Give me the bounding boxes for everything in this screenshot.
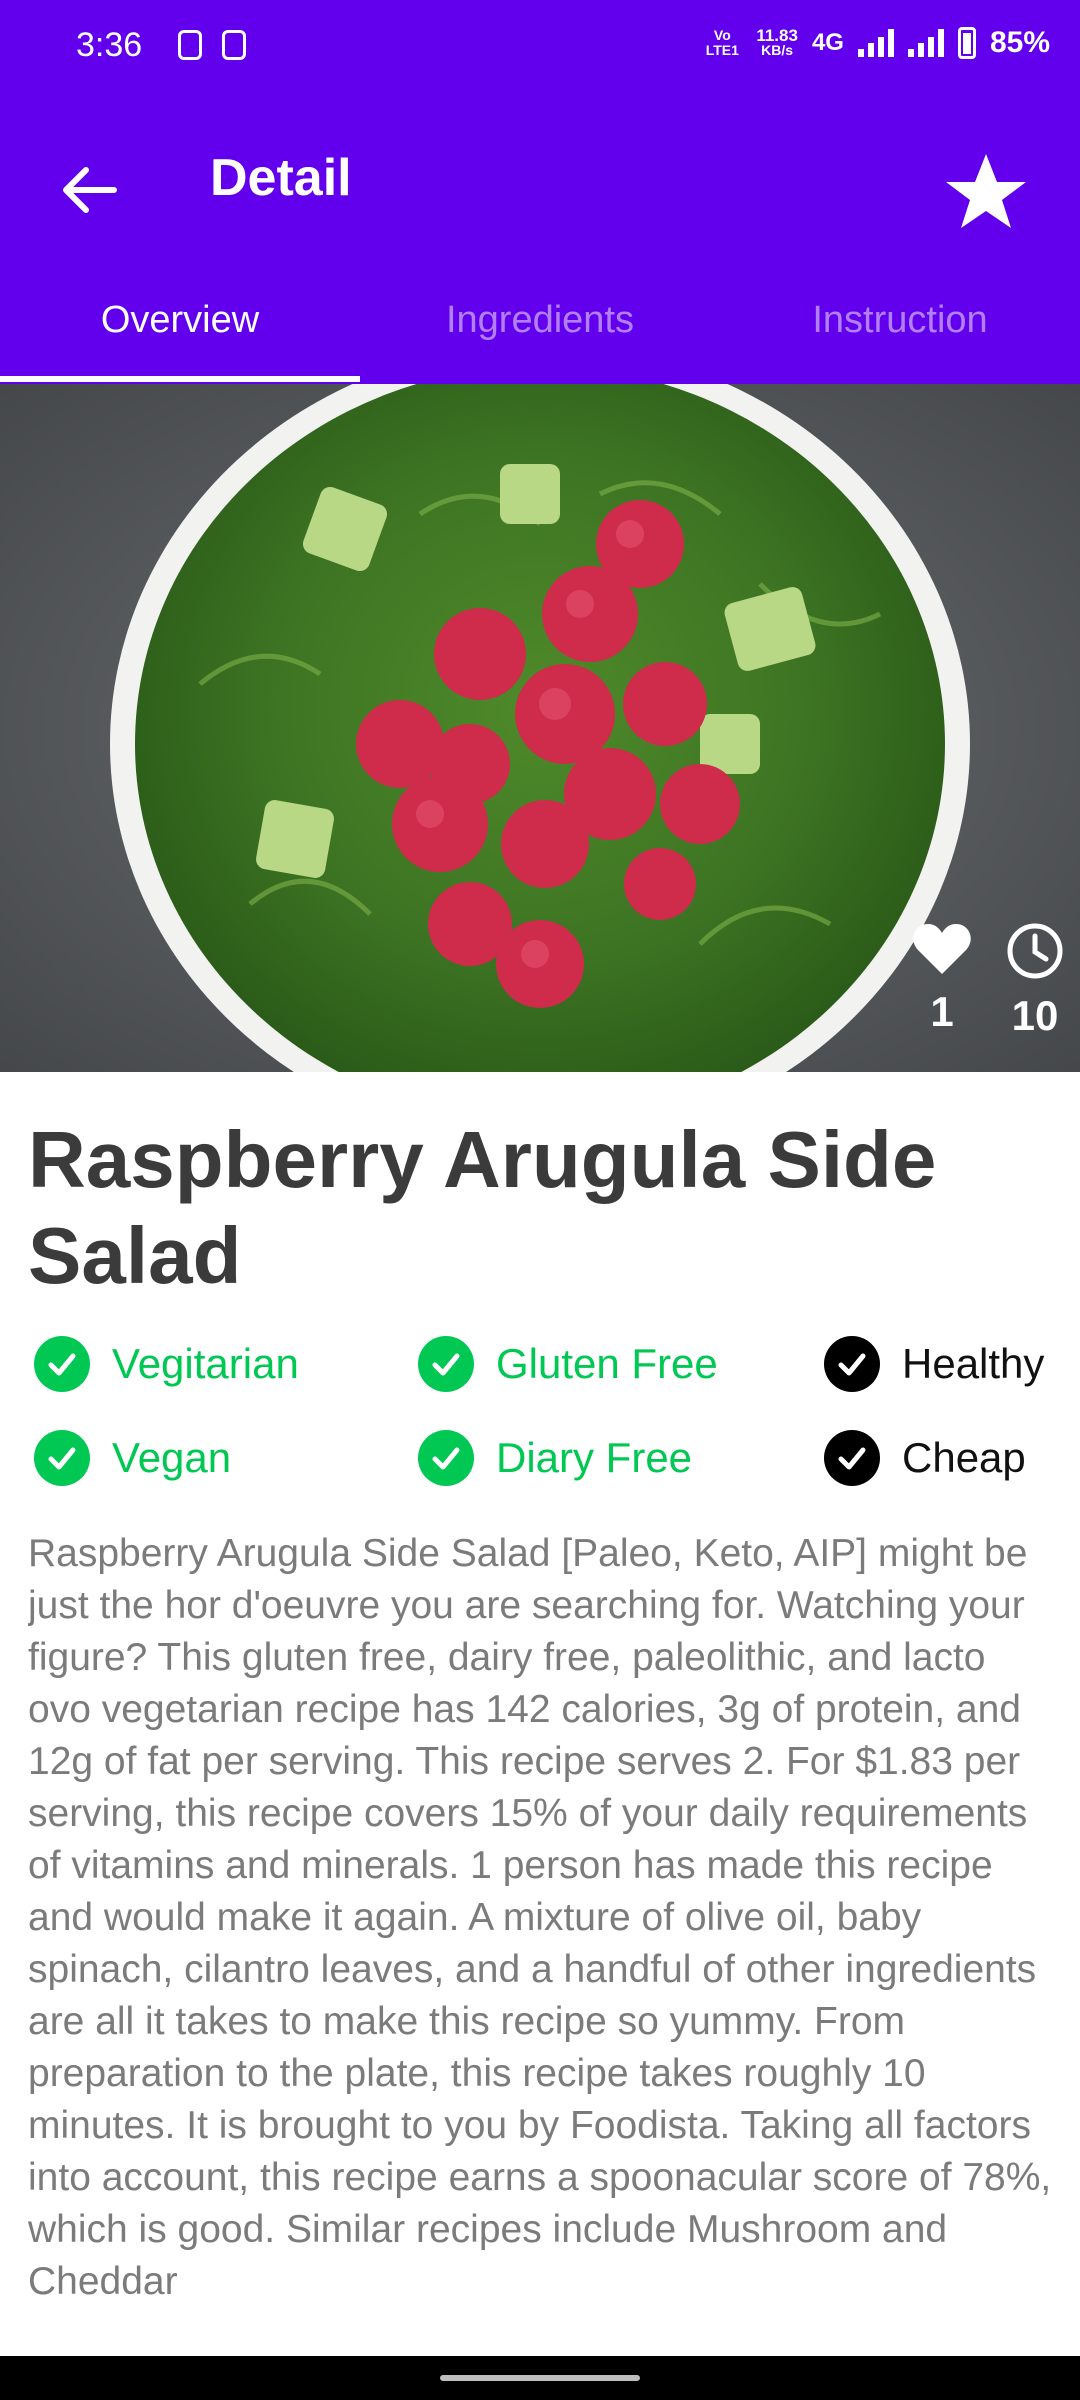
badge-healthy: Healthy bbox=[824, 1336, 1044, 1392]
app-bar: Detail bbox=[0, 100, 1080, 256]
badge-label: Diary Free bbox=[496, 1434, 693, 1481]
network-speed-unit: KB/s bbox=[761, 42, 794, 58]
recipe-image: 1 10 bbox=[0, 384, 1080, 1072]
status-right: Vo LTE1 11.83 KB/s 4G 85% bbox=[702, 26, 1050, 60]
page-title: Detail bbox=[210, 149, 352, 207]
signal-icon bbox=[907, 29, 944, 57]
clock-icon bbox=[1007, 923, 1063, 979]
minutes-count: 10 bbox=[1011, 992, 1059, 1039]
volte-indicator: Vo LTE1 bbox=[705, 27, 739, 58]
back-button[interactable] bbox=[44, 150, 134, 230]
check-circle-icon bbox=[34, 1336, 90, 1392]
check-circle-icon bbox=[418, 1336, 474, 1392]
signal-icon bbox=[857, 29, 894, 57]
favorite-button[interactable] bbox=[936, 144, 1036, 234]
sim-icon bbox=[178, 30, 202, 60]
badge-vegetarian: Vegitarian bbox=[34, 1336, 299, 1392]
badge-label: Vegan bbox=[112, 1434, 232, 1481]
check-circle-icon bbox=[418, 1430, 474, 1486]
badge-label: Vegitarian bbox=[112, 1340, 299, 1387]
tab-bar: Overview Ingredients Instruction bbox=[0, 256, 1080, 384]
star-icon bbox=[946, 154, 1026, 228]
network-type: 4G bbox=[811, 29, 844, 56]
badge-vegan: Vegan bbox=[34, 1430, 231, 1486]
sim-icon bbox=[222, 30, 246, 60]
system-nav-bar bbox=[0, 2356, 1080, 2400]
arrow-left-icon bbox=[63, 167, 117, 213]
check-circle-icon bbox=[824, 1430, 880, 1486]
heart-icon bbox=[913, 924, 971, 974]
recipe-summary[interactable]: Raspberry Arugula Side Salad [Paleo, Ket… bbox=[28, 1528, 1058, 2328]
tab-overview[interactable]: Overview bbox=[0, 256, 360, 384]
tab-instruction[interactable]: Instruction bbox=[720, 256, 1080, 384]
badge-label: Healthy bbox=[902, 1340, 1045, 1387]
likes-count: 1 bbox=[930, 988, 954, 1035]
status-time: 3:36 bbox=[76, 26, 143, 64]
status-bar: 3:36 Vo LTE1 11.83 KB/s 4G 85% bbox=[0, 0, 1080, 100]
check-circle-icon bbox=[824, 1336, 880, 1392]
recipe-title: Raspberry Arugula Side Salad bbox=[28, 1115, 937, 1300]
network-speed-value: 11.83 bbox=[756, 26, 798, 45]
check-circle-icon bbox=[34, 1430, 90, 1486]
time-stat: 10 bbox=[1006, 922, 1064, 1040]
badge-cheap: Cheap bbox=[824, 1430, 1026, 1486]
badge-label: Cheap bbox=[902, 1434, 1026, 1481]
recipe-stats: 1 10 bbox=[912, 922, 1064, 1040]
tab-indicator bbox=[0, 376, 360, 382]
badge-label: Gluten Free bbox=[496, 1340, 718, 1387]
notification-icons bbox=[178, 30, 246, 60]
tab-ingredients[interactable]: Ingredients bbox=[360, 256, 720, 384]
home-gesture-handle[interactable] bbox=[440, 2375, 640, 2381]
network-speed: 11.83 KB/s bbox=[756, 26, 798, 58]
badge-gluten-free: Gluten Free bbox=[418, 1336, 718, 1392]
likes-stat: 1 bbox=[912, 922, 972, 1040]
badge-dairy-free: Diary Free bbox=[418, 1430, 692, 1486]
battery-icon bbox=[957, 27, 976, 59]
battery-level: 85% bbox=[989, 26, 1050, 59]
